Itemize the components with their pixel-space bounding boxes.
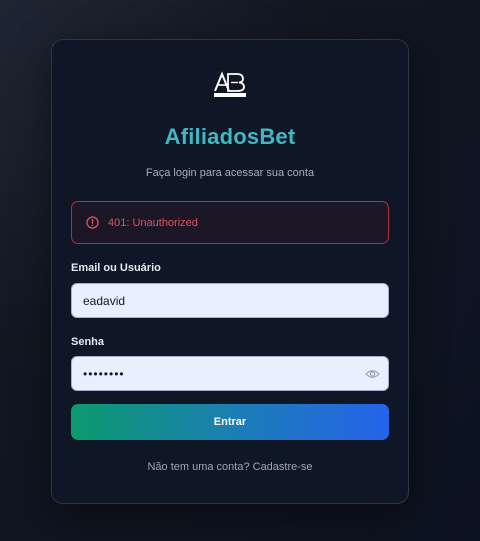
password-label: Senha: [71, 336, 105, 348]
email-value: eadavid: [83, 293, 126, 308]
email-field[interactable]: eadavid: [71, 283, 389, 318]
brand-name: AfiliadosBet: [164, 124, 296, 149]
brand-logo: [213, 71, 247, 99]
login-subtitle: Faça login para acessar sua conta: [145, 167, 315, 179]
login-button[interactable]: Entrar: [71, 404, 389, 440]
signup-link[interactable]: Não tem uma conta? Cadastre-se: [52, 461, 408, 473]
password-field[interactable]: ••••••••: [71, 356, 389, 391]
error-message: 401: Unauthorized: [108, 216, 198, 229]
eye-icon[interactable]: [365, 367, 380, 381]
email-label: Email ou Usuário: [71, 262, 161, 274]
alert-circle-icon: [86, 216, 99, 229]
login-card: AfiliadosBet Faça login para acessar sua…: [51, 39, 409, 504]
password-value: ••••••••: [83, 366, 125, 381]
error-alert: 401: Unauthorized: [71, 201, 389, 244]
